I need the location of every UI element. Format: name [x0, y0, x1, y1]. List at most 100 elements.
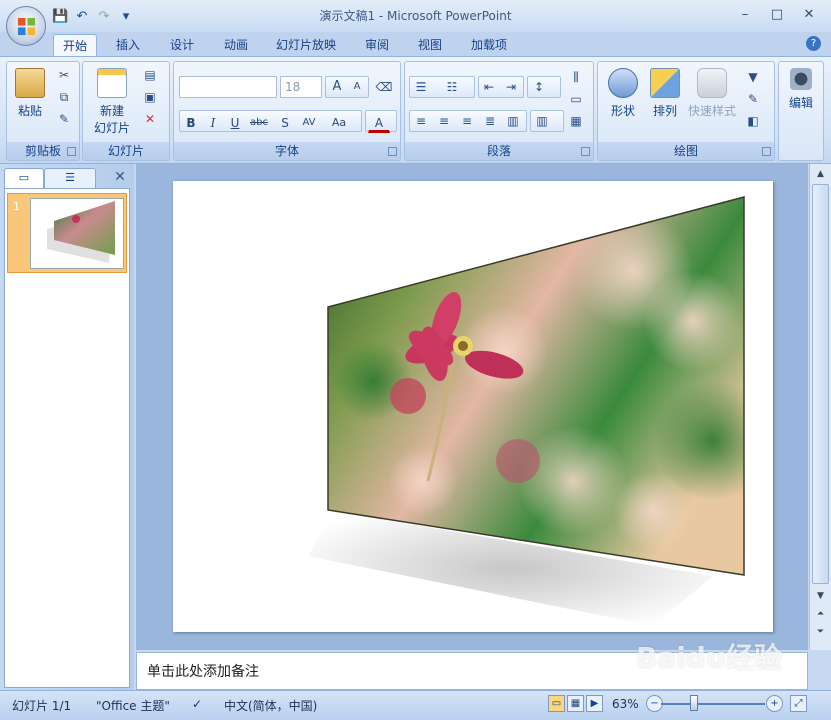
paragraph-group: ☰ ☷ ⇤ ⇥ ↕ ⫼ ▭ ▦ ≡ ≡ ≡ ≣ ▥ ▥ 段落 — [404, 61, 594, 161]
strikethrough-button[interactable]: abc — [248, 111, 270, 133]
shrink-font-icon[interactable]: A — [348, 78, 366, 96]
slides-tab[interactable]: ▭ — [4, 168, 44, 188]
smartart-icon[interactable]: ▦ — [567, 112, 585, 130]
tab-animations[interactable]: 动画 — [216, 34, 256, 56]
slide-thumbnail-item[interactable]: 1 — [7, 193, 127, 273]
zoom-in-icon[interactable]: + — [766, 695, 783, 712]
align-text-icon[interactable]: ▭ — [567, 90, 585, 108]
scroll-up-icon[interactable]: ▲ — [812, 166, 829, 182]
tab-review[interactable]: 审阅 — [358, 34, 396, 56]
zoom-slider-thumb[interactable] — [690, 695, 698, 711]
clipboard-launcher-icon[interactable] — [67, 147, 76, 156]
new-slide-button[interactable]: 新建 幻灯片 — [87, 68, 137, 136]
change-case-button[interactable]: Aa — [328, 111, 350, 133]
maximize-button[interactable]: □ — [761, 5, 793, 25]
layout-icon[interactable]: ▤ — [141, 66, 159, 84]
align-center-icon[interactable]: ≡ — [435, 112, 453, 130]
editing-button[interactable]: 编辑 — [783, 68, 819, 111]
vertical-scrollbar[interactable]: ▲ ▼ ⏶ ⏷ — [809, 164, 831, 650]
reset-icon[interactable]: ▣ — [141, 88, 159, 106]
decrease-indent-icon[interactable]: ⇤ — [480, 78, 498, 96]
paste-label: 粘贴 — [17, 104, 42, 118]
zoom-slider[interactable] — [661, 703, 765, 705]
fit-to-window-icon[interactable]: ⤢ — [790, 695, 807, 712]
justify-icon[interactable]: ≣ — [481, 112, 499, 130]
normal-view-icon[interactable]: ▭ — [548, 695, 565, 712]
underline-button[interactable]: U — [224, 111, 246, 133]
slide-canvas[interactable] — [173, 181, 773, 632]
slide-picture[interactable] — [173, 181, 773, 632]
ribbon: 粘贴 ✂ ⧉ ✎ 剪贴板 新建 幻灯片 ▤ ▣ ✕ 幻灯片 18 A A ⌫ B… — [0, 56, 831, 164]
zoom-level[interactable]: 63% — [612, 697, 639, 711]
tab-slideshow[interactable]: 幻灯片放映 — [268, 34, 344, 56]
shapes-icon — [608, 68, 638, 98]
align-left-icon[interactable]: ≡ — [412, 112, 430, 130]
shape-outline-icon[interactable]: ✎ — [744, 90, 762, 108]
minimize-button[interactable]: – — [729, 5, 761, 25]
slide-thumbnail[interactable] — [30, 198, 124, 269]
paragraph-launcher-icon[interactable] — [581, 147, 590, 156]
tab-view[interactable]: 视图 — [410, 34, 450, 56]
line-spacing-icon[interactable]: ↕ — [530, 78, 548, 96]
char-spacing-button[interactable]: AV — [298, 111, 320, 133]
office-button[interactable] — [6, 6, 46, 46]
sorter-view-icon[interactable]: ▦ — [567, 695, 584, 712]
clear-format-icon[interactable]: ⌫ — [375, 78, 393, 96]
font-launcher-icon[interactable] — [388, 147, 397, 156]
font-name-combo[interactable] — [179, 76, 277, 98]
slides-group-label: 幻灯片 — [83, 142, 169, 160]
drawing-launcher-icon[interactable] — [762, 147, 771, 156]
slide-number: 1 — [13, 200, 20, 213]
office-logo-icon — [17, 17, 36, 36]
quick-styles-label: 快速样式 — [687, 104, 736, 118]
cut-icon[interactable]: ✂ — [55, 66, 73, 84]
help-icon[interactable]: ? — [806, 36, 821, 51]
pane-close-icon[interactable]: ✕ — [112, 169, 128, 185]
shadow-button[interactable]: S — [274, 111, 296, 133]
copy-icon[interactable]: ⧉ — [55, 88, 73, 106]
close-button[interactable]: ✕ — [793, 5, 825, 25]
ribbon-tabs: 开始 插入 设计 动画 幻灯片放映 审阅 视图 加载项 — [0, 32, 831, 56]
outline-tab[interactable]: ☰ — [44, 168, 96, 188]
font-group: 18 A A ⌫ B I U abc S AV Aa A 字体 — [173, 61, 401, 161]
numbering-icon[interactable]: ☷ — [443, 78, 461, 96]
previous-slide-icon[interactable]: ⏶ — [812, 606, 829, 622]
quick-styles-button[interactable]: 快速样式 — [686, 68, 738, 119]
scroll-thumb[interactable] — [812, 184, 829, 584]
next-slide-icon[interactable]: ⏷ — [812, 624, 829, 640]
new-slide-icon — [97, 68, 127, 98]
bold-button[interactable]: B — [180, 111, 202, 133]
spell-check-icon[interactable]: ✓ — [192, 697, 202, 711]
align-right-icon[interactable]: ≡ — [458, 112, 476, 130]
arrange-button[interactable]: 排列 — [646, 68, 684, 119]
bullets-icon[interactable]: ☰ — [412, 78, 430, 96]
shape-effects-icon[interactable]: ◧ — [744, 112, 762, 130]
shape-fill-icon[interactable]: ▼ — [744, 68, 762, 86]
format-painter-icon[interactable]: ✎ — [55, 110, 73, 128]
language-status[interactable]: 中文(简体，中国) — [224, 697, 317, 714]
tab-addins[interactable]: 加载项 — [462, 34, 516, 56]
slideshow-view-icon[interactable]: ▶ — [586, 695, 603, 712]
clipboard-group: 粘贴 ✂ ⧉ ✎ 剪贴板 — [6, 61, 80, 161]
quick-styles-icon — [697, 68, 727, 98]
arrange-icon — [650, 68, 680, 98]
italic-button[interactable]: I — [202, 111, 224, 133]
delete-slide-icon[interactable]: ✕ — [141, 110, 159, 128]
tab-design[interactable]: 设计 — [162, 34, 202, 56]
font-color-button[interactable]: A — [368, 111, 390, 133]
scroll-down-icon[interactable]: ▼ — [812, 588, 829, 604]
paste-button[interactable]: 粘贴 — [13, 68, 47, 119]
grow-font-icon[interactable]: A — [328, 78, 346, 96]
paragraph-group-label: 段落 — [405, 142, 593, 160]
text-direction-icon[interactable]: ⫼ — [567, 68, 585, 86]
font-size-combo[interactable]: 18 — [280, 76, 322, 98]
tab-insert[interactable]: 插入 — [108, 34, 148, 56]
new-slide-label: 新建 — [99, 104, 124, 118]
columns-icon[interactable]: ▥ — [533, 112, 551, 130]
shapes-button[interactable]: 形状 — [604, 68, 642, 119]
increase-indent-icon[interactable]: ⇥ — [502, 78, 520, 96]
tab-home[interactable]: 开始 — [53, 34, 97, 56]
distributed-icon[interactable]: ▥ — [504, 112, 522, 130]
font-group-label: 字体 — [174, 142, 400, 160]
drawing-group-label: 绘图 — [598, 142, 774, 160]
